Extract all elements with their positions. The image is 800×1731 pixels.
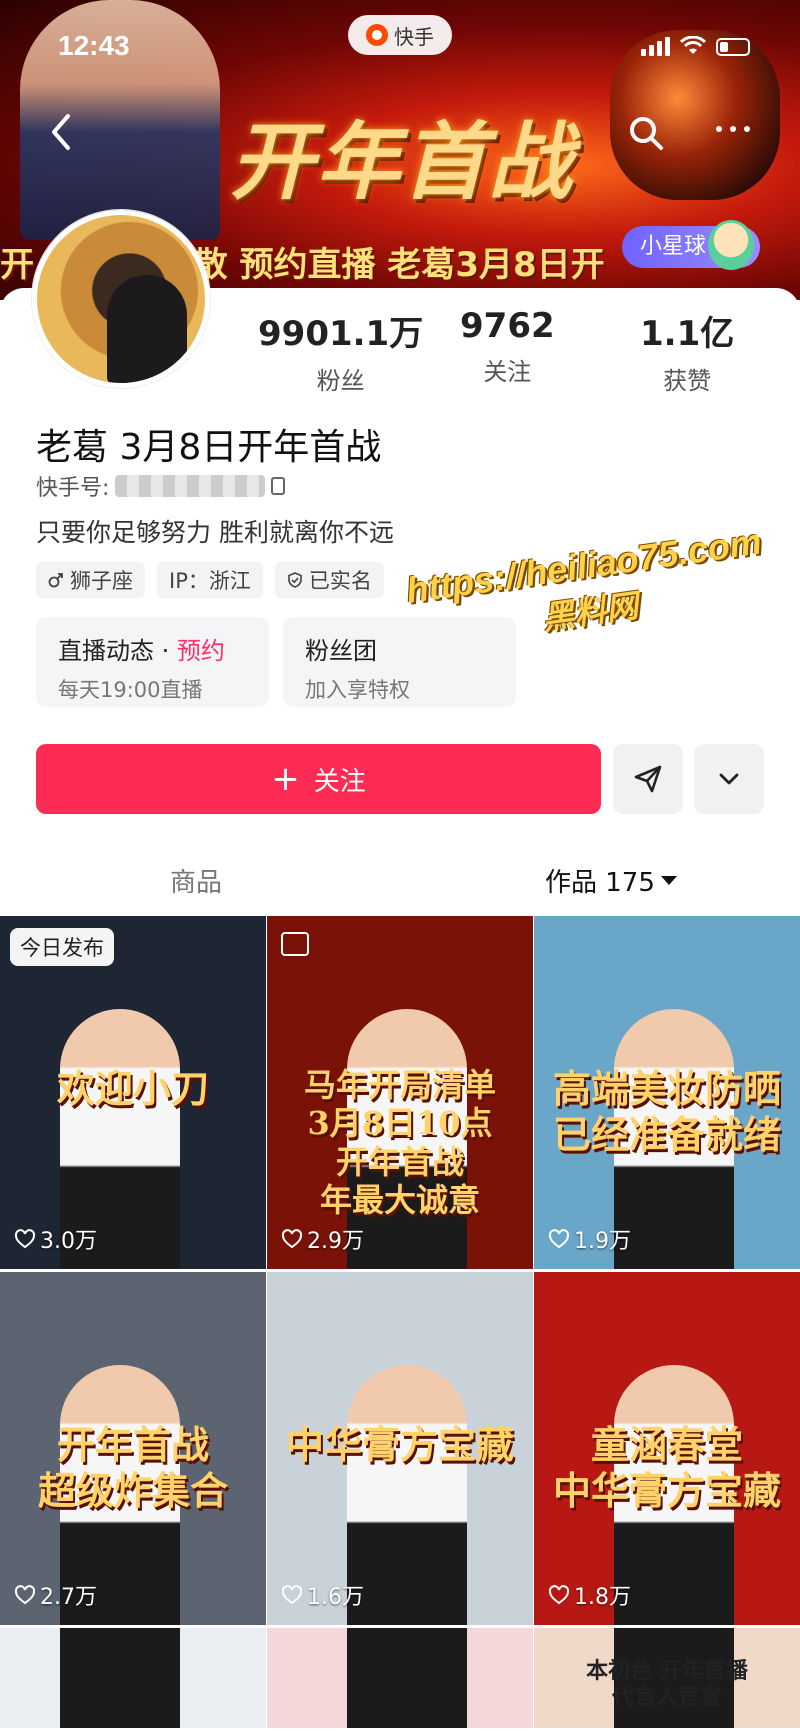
status-icons — [641, 36, 750, 56]
search-icon[interactable] — [628, 115, 664, 151]
info-title: 直播动态 · 预约 — [58, 637, 225, 665]
video-tile[interactable]: 开年首战 超级炸集合 2.7万 — [0, 1272, 266, 1625]
app-brand-pill: 快手 — [348, 15, 452, 55]
stat-label: 获赞 — [663, 367, 712, 395]
stat-value: 1.1亿 — [640, 314, 735, 354]
more-icon[interactable] — [716, 126, 750, 132]
video-tile[interactable] — [0, 1628, 266, 1728]
video-tile[interactable]: 本初色 开年首播 代言人官宣 — [534, 1628, 800, 1728]
video-thumbnail-person — [347, 1628, 467, 1728]
video-tile[interactable] — [267, 1628, 533, 1728]
video-thumbnail-person — [347, 1365, 467, 1625]
video-thumbnail-person — [60, 1628, 180, 1728]
tag-zodiac: 狮子座 — [36, 562, 145, 598]
banner-title: 开年首战 — [230, 112, 575, 211]
like-count-value: 1.6万 — [307, 1585, 364, 1610]
video-tile[interactable]: 中华膏方宝藏 1.6万 — [267, 1272, 533, 1625]
male-icon — [48, 573, 63, 588]
video-tile[interactable]: 童涵春堂 中华膏方宝藏 1.8万 — [534, 1272, 800, 1625]
heart-icon — [281, 1229, 303, 1249]
signal-icon — [641, 37, 670, 56]
video-caption: 中华膏方宝藏 — [285, 1422, 514, 1467]
heart-icon — [14, 1229, 36, 1249]
tag-verified: 已实名 — [274, 562, 384, 598]
heart-icon — [548, 1585, 570, 1605]
copy-icon[interactable] — [271, 477, 286, 495]
star-planet-label: 小星球 — [640, 234, 707, 259]
info-sub: 每天19:00直播 — [58, 678, 203, 702]
like-count: 1.6万 — [281, 1579, 364, 1611]
stat-value: 9762 — [460, 306, 555, 346]
chevron-down-icon — [719, 773, 739, 785]
like-count-value: 1.9万 — [574, 1229, 631, 1254]
like-count-value: 2.9万 — [307, 1229, 364, 1254]
kuaishou-id[interactable]: 快手号: — [36, 470, 286, 502]
like-count: 1.9万 — [548, 1223, 631, 1255]
image-post-icon — [281, 932, 309, 956]
tag-label: 已实名 — [308, 569, 372, 593]
profile-tags: 狮子座 IP：浙江 已实名 — [36, 562, 384, 598]
follow-button[interactable]: + 关注 — [36, 744, 601, 814]
tab-works[interactable]: 作品 175 — [545, 862, 677, 899]
tag-ip: IP：浙江 — [157, 562, 263, 598]
like-count: 1.8万 — [548, 1579, 631, 1611]
stat-label: 关注 — [483, 358, 532, 386]
stat-label: 粉丝 — [316, 367, 365, 395]
mascot-icon — [708, 220, 755, 270]
status-time: 12:43 — [58, 30, 130, 61]
like-count: 2.9万 — [281, 1223, 364, 1255]
video-grid: 今日发布欢迎小刀 3.0万 马年开局清单 3月8日10点 开年首战 年最大诚意 2.9万 高端… — [0, 916, 800, 1728]
follow-label: 关注 — [313, 766, 366, 797]
tab-works-label: 作品 175 — [545, 868, 655, 898]
today-badge: 今日发布 — [10, 928, 114, 966]
stat-following[interactable]: 9762 关注 — [460, 306, 555, 387]
send-icon — [634, 765, 662, 793]
video-tile[interactable]: 马年开局清单 3月8日10点 开年首战 年最大诚意 2.9万 — [267, 916, 533, 1269]
tag-label: IP：浙江 — [169, 569, 251, 593]
video-caption: 开年首战 超级炸集合 — [37, 1422, 228, 1513]
heart-icon — [14, 1585, 36, 1605]
expand-button[interactable] — [694, 744, 764, 814]
tab-goods[interactable]: 商品 — [170, 862, 222, 899]
like-count-value: 1.8万 — [574, 1585, 631, 1610]
verified-shield-icon — [288, 572, 302, 588]
stat-fans[interactable]: 9901.1万 粉丝 — [258, 306, 423, 396]
like-count: 3.0万 — [14, 1223, 97, 1255]
kuaishou-id-label: 快手号: — [36, 476, 110, 501]
video-tile[interactable]: 高端美妆防晒 已经准备就绪 1.9万 — [534, 916, 800, 1269]
profile-bio: 只要你足够努力 胜利就离你不远 — [36, 518, 394, 547]
reserve-link[interactable]: 预约 — [177, 637, 225, 665]
stat-value: 9901.1万 — [258, 314, 424, 354]
video-caption: 本初色 开年首播 代言人官宣 — [586, 1658, 748, 1711]
live-schedule-box[interactable]: 直播动态 · 预约 每天19:00直播 — [36, 617, 269, 707]
app-name: 快手 — [394, 24, 434, 49]
video-caption: 马年开局清单 3月8日10点 开年首战 年最大诚意 — [303, 1066, 496, 1220]
video-caption: 欢迎小刀 — [56, 1066, 209, 1111]
video-caption: 高端美妆防晒 已经准备就绪 — [552, 1066, 781, 1157]
heart-icon — [281, 1585, 303, 1605]
share-button[interactable] — [613, 744, 683, 814]
info-sub: 加入享特权 — [305, 678, 410, 702]
plus-icon: + — [271, 759, 300, 799]
star-planet-badge[interactable]: 小星球 — [622, 220, 761, 270]
tag-label: 狮子座 — [70, 569, 133, 593]
like-count-value: 2.7万 — [40, 1585, 97, 1610]
back-icon[interactable] — [46, 112, 76, 152]
heart-icon — [548, 1229, 570, 1249]
avatar[interactable] — [32, 210, 210, 388]
like-count-value: 3.0万 — [40, 1229, 97, 1254]
video-tile[interactable]: 今日发布欢迎小刀 3.0万 — [0, 916, 266, 1269]
kuaishou-id-redacted — [115, 475, 266, 497]
battery-icon — [716, 38, 750, 56]
like-count: 2.7万 — [14, 1579, 97, 1611]
video-caption: 童涵春堂 中华膏方宝藏 — [552, 1422, 781, 1513]
stat-likes[interactable]: 1.1亿 获赞 — [640, 306, 734, 396]
caret-down-icon — [660, 876, 677, 885]
profile-name: 老葛 3月8日开年首战 — [36, 427, 382, 468]
wifi-icon — [680, 36, 706, 54]
kuaishou-logo-icon — [366, 24, 388, 46]
